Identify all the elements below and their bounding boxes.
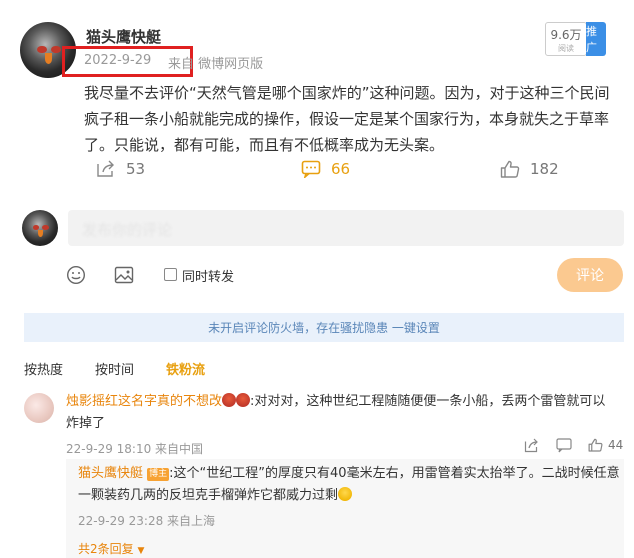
like-count: 182 bbox=[530, 160, 559, 178]
like-icon bbox=[588, 438, 603, 452]
comment-input-placeholder: 发布你的评论 bbox=[82, 221, 173, 239]
tab-by-time[interactable]: 按时间 bbox=[95, 359, 134, 378]
chevron-down-icon: ▼ bbox=[137, 546, 145, 556]
reply-time: 22-9-29 23:28 来自上海 bbox=[78, 514, 216, 528]
comment-icon bbox=[556, 438, 572, 453]
share-icon bbox=[524, 438, 538, 453]
views-badge: 9.6万 阅读 bbox=[545, 22, 587, 56]
comment-like-button[interactable]: 44 bbox=[588, 438, 623, 452]
post-date[interactable]: 2022-9-29 bbox=[84, 53, 151, 68]
comment-reply-button[interactable] bbox=[556, 438, 572, 457]
comment-emoji-2 bbox=[236, 393, 251, 407]
like-icon bbox=[500, 160, 520, 178]
share-icon bbox=[96, 160, 116, 178]
commenter-avatar[interactable] bbox=[24, 393, 54, 423]
reply-author-name[interactable]: 猫头鹰快艇 bbox=[78, 466, 143, 481]
repost-checkbox[interactable] bbox=[164, 268, 177, 281]
commenter-name[interactable]: 烛影摇红这名字真的不想改 bbox=[66, 394, 222, 409]
reply-body: 猫头鹰快艇 博主:这个“世纪工程”的厚度只有40毫米左右，用雷管着实太抬举了。二… bbox=[78, 463, 622, 507]
current-user-avatar[interactable] bbox=[22, 210, 58, 246]
repost-label: 同时转发 bbox=[182, 270, 235, 285]
post-source: 来自 微博网页版 bbox=[168, 57, 264, 72]
views-count: 9.6万 bbox=[550, 28, 582, 42]
tab-fans[interactable]: 铁粉流 bbox=[166, 359, 205, 378]
comment-time: 22-9-29 18:10 来自中国 bbox=[66, 442, 204, 456]
views-label: 阅读 bbox=[558, 44, 574, 53]
comment-emoji-1 bbox=[222, 393, 237, 407]
comment-share-button[interactable] bbox=[524, 438, 540, 457]
comment-action[interactable]: 66 bbox=[301, 160, 350, 178]
post-text: 我尽量不去评价“天然气管是哪个国家炸的”这种问题。因为，对于这种三个民间疯子租一… bbox=[84, 84, 610, 154]
tab-by-hot[interactable]: 按热度 bbox=[24, 359, 63, 378]
emoji-icon bbox=[66, 265, 86, 285]
comment-body: 烛影摇红这名字真的不想改:对对对，这种世纪工程随随便便一条小船，丢两个雷管就可以… bbox=[66, 391, 618, 435]
submit-comment-button[interactable]: 评论 bbox=[557, 258, 623, 292]
reply-container: 猫头鹰快艇 博主:这个“世纪工程”的厚度只有40毫米左右，用雷管着实太抬举了。二… bbox=[66, 459, 624, 558]
comment-input[interactable]: 发布你的评论 bbox=[68, 210, 624, 246]
image-icon bbox=[114, 266, 134, 284]
post-author-name[interactable]: 猫头鹰快艇 bbox=[86, 26, 161, 47]
share-count: 53 bbox=[126, 160, 146, 178]
image-button[interactable] bbox=[114, 265, 134, 289]
share-action[interactable]: 53 bbox=[96, 160, 145, 178]
comment-count: 66 bbox=[331, 160, 351, 178]
expand-replies-link[interactable]: 共2条回复 ▼ bbox=[78, 540, 144, 557]
author-badge: 博主 bbox=[147, 468, 170, 481]
promote-button[interactable]: 推广 bbox=[586, 22, 606, 56]
emoji-button[interactable] bbox=[66, 265, 86, 289]
expand-replies-label: 共2条回复 bbox=[78, 542, 134, 556]
comment-icon bbox=[301, 160, 321, 178]
comment-like-count: 44 bbox=[608, 438, 624, 452]
firewall-notice[interactable]: 未开启评论防火墙，存在骚扰隐患 一键设置 bbox=[24, 313, 624, 342]
like-action[interactable]: 182 bbox=[500, 160, 559, 178]
reply-emoji bbox=[338, 487, 353, 501]
